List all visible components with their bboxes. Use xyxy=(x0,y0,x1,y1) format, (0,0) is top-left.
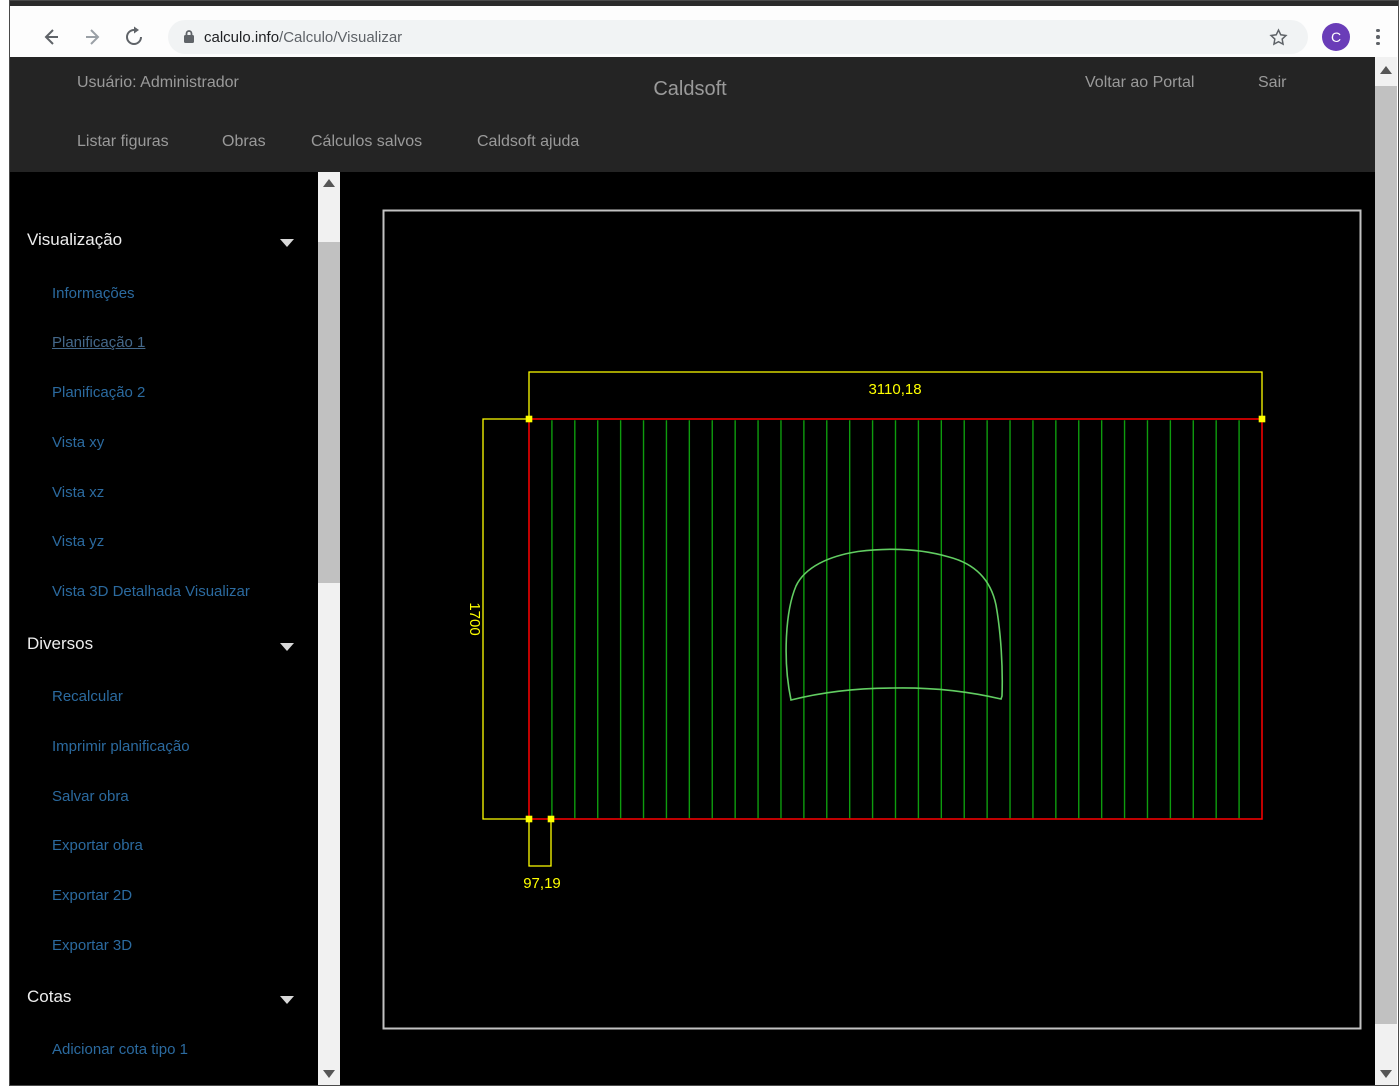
scroll-up-icon[interactable] xyxy=(318,172,340,194)
url-host: calculo.info xyxy=(204,29,279,46)
address-bar[interactable]: calculo.info/Calculo/Visualizar xyxy=(168,20,1308,54)
reload-icon[interactable] xyxy=(121,24,147,50)
chevron-down-icon[interactable] xyxy=(280,643,294,651)
logout-link[interactable]: Sair xyxy=(1258,74,1286,92)
sidebar-item-exportar-obra[interactable]: Exportar obra xyxy=(52,837,143,854)
sidebar-item-exportar-3d[interactable]: Exportar 3D xyxy=(52,937,132,954)
url: calculo.info/Calculo/Visualizar xyxy=(204,29,402,46)
chevron-down-icon[interactable] xyxy=(280,996,294,1004)
chevron-down-icon[interactable] xyxy=(280,239,294,247)
sidebar-scrollbar-thumb[interactable] xyxy=(318,242,340,583)
page-scrollbar[interactable] xyxy=(1375,57,1397,1085)
lock-icon xyxy=(182,29,196,50)
sidebar-item-vista-xy[interactable]: Vista xy xyxy=(52,434,104,451)
url-path: /Calculo/Visualizar xyxy=(279,29,402,46)
sidebar-item-vista-xz[interactable]: Vista xz xyxy=(52,484,104,501)
sidebar-item-exportar-2d[interactable]: Exportar 2D xyxy=(52,887,132,904)
sidebar-section-cotas[interactable]: Cotas xyxy=(27,987,71,1007)
browser-window: calculo.info/Calculo/Visualizar C Usuári… xyxy=(0,0,1400,1092)
scroll-down-icon[interactable] xyxy=(1375,1063,1397,1085)
scroll-up-icon[interactable] xyxy=(1375,59,1397,81)
sidebar-item-planificacao-2[interactable]: Planificação 2 xyxy=(52,384,145,401)
nav-item-calculos-salvos[interactable]: Cálculos salvos xyxy=(311,133,422,151)
bookmark-star-icon[interactable] xyxy=(1268,27,1289,53)
forward-icon[interactable] xyxy=(81,24,107,50)
sidebar-section-diversos[interactable]: Diversos xyxy=(27,634,93,654)
avatar[interactable]: C xyxy=(1322,23,1350,51)
sidebar-item-salvar-obra[interactable]: Salvar obra xyxy=(52,788,129,805)
app-background xyxy=(10,57,1397,1085)
sidebar-item-vista-3d[interactable]: Vista 3D Detalhada Visualizar xyxy=(52,583,250,600)
nav-item-caldsoft-ajuda[interactable]: Caldsoft ajuda xyxy=(477,133,579,151)
sidebar-item-recalcular[interactable]: Recalcular xyxy=(52,688,123,705)
app-title: Caldsoft xyxy=(590,78,790,101)
sidebar-item-adicionar-cota-tipo-1[interactable]: Adicionar cota tipo 1 xyxy=(52,1041,188,1058)
back-icon[interactable] xyxy=(37,24,63,50)
sidebar-section-visualizacao[interactable]: Visualização xyxy=(27,230,122,250)
portal-link[interactable]: Voltar ao Portal xyxy=(1085,74,1194,92)
page-scrollbar-thumb[interactable] xyxy=(1375,86,1397,1024)
browser-menu-icon[interactable] xyxy=(1370,24,1386,50)
sidebar-item-vista-yz[interactable]: Vista yz xyxy=(52,533,104,550)
sidebar-item-imprimir-planificacao[interactable]: Imprimir planificação xyxy=(52,738,190,755)
sidebar-item-planificacao-1[interactable]: Planificação 1 xyxy=(52,334,145,351)
nav-item-obras[interactable]: Obras xyxy=(222,133,266,151)
user-label: Usuário: Administrador xyxy=(77,74,239,92)
scroll-down-icon[interactable] xyxy=(318,1063,340,1085)
sidebar-scrollbar[interactable] xyxy=(318,172,340,1085)
sidebar-item-informacoes[interactable]: Informações xyxy=(52,285,135,302)
nav-item-listar-figuras[interactable]: Listar figuras xyxy=(77,133,169,151)
browser-toolbar: calculo.info/Calculo/Visualizar C xyxy=(10,6,1397,57)
